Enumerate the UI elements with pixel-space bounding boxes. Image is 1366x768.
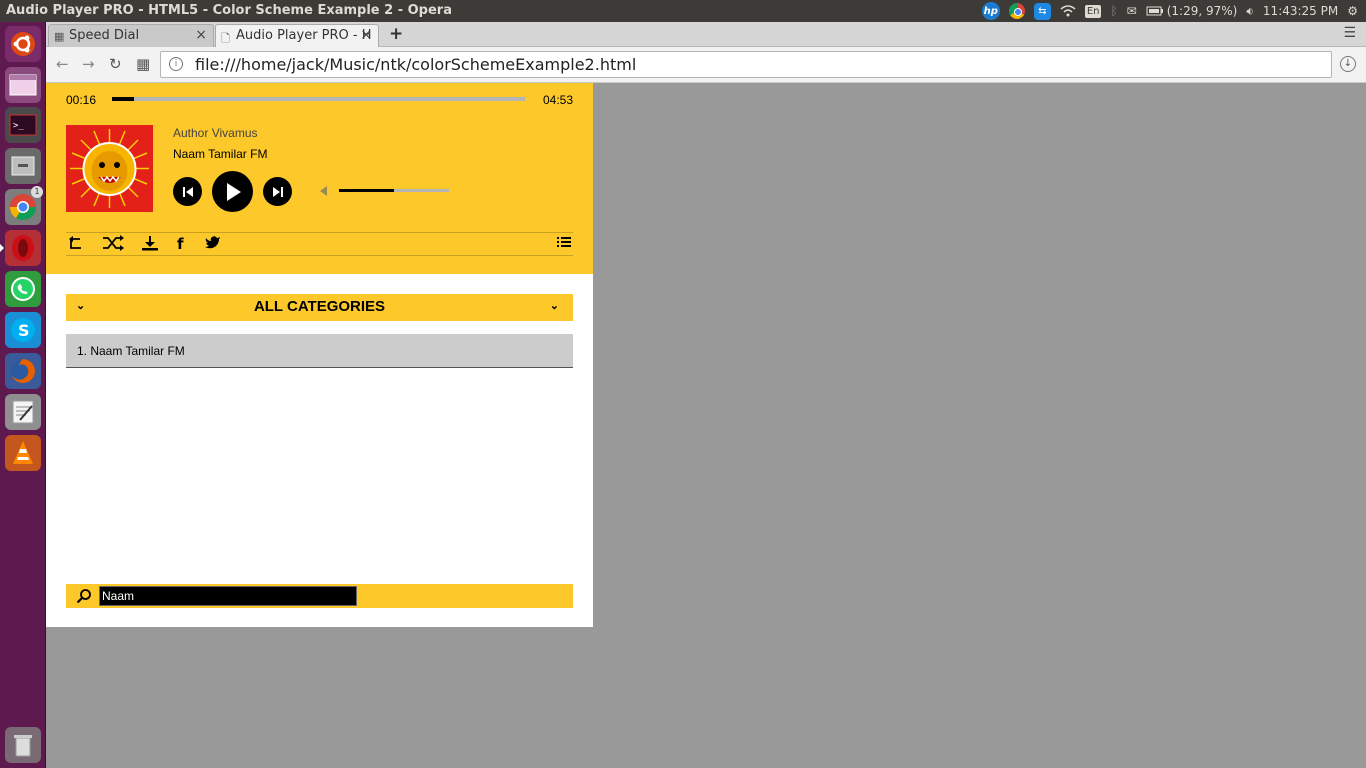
seek-bar[interactable] — [112, 97, 525, 101]
speed-dial-grid-icon: ▦ — [54, 30, 65, 43]
url-text[interactable]: file:///home/jack/Music/ntk/colorSchemeE… — [195, 55, 636, 74]
text-editor-icon[interactable] — [5, 394, 41, 430]
ubuntu-home-icon[interactable] — [5, 26, 41, 62]
opera-icon[interactable] — [0, 230, 41, 266]
volume-icon[interactable]: 🔉︎ — [1246, 4, 1254, 19]
shuffle-icon[interactable] — [102, 235, 124, 255]
player-controls-panel: 00:16 04:53 Author Vivamus Naam Tamilar … — [46, 83, 593, 274]
download-track-icon[interactable] — [141, 235, 159, 255]
player-toolbar: f — [66, 232, 573, 256]
chrome-icon[interactable]: 1 — [5, 186, 43, 225]
search-icon — [76, 589, 91, 604]
close-tab-icon[interactable]: × — [195, 27, 207, 43]
twitter-icon[interactable] — [205, 235, 221, 253]
tab-label: Speed Dial — [69, 28, 140, 43]
tab-speed-dial[interactable]: ▦ Speed Dial × — [48, 24, 214, 47]
previous-icon — [182, 186, 193, 197]
next-track-button[interactable] — [263, 177, 292, 206]
total-time: 04:53 — [542, 93, 573, 107]
new-tab-button[interactable]: + — [389, 24, 403, 44]
chrome-tray-icon[interactable] — [1008, 3, 1025, 19]
hp-icon[interactable]: hp — [981, 2, 1000, 20]
workspace-icon[interactable] — [5, 67, 41, 103]
skype-icon[interactable]: S — [5, 312, 41, 348]
whatsapp-icon[interactable] — [5, 271, 41, 307]
settings-gear-icon[interactable]: ⚙ — [1347, 4, 1358, 18]
play-button[interactable] — [212, 171, 253, 212]
system-top-bar: Audio Player PRO - HTML5 - Color Scheme … — [0, 0, 1366, 22]
speed-dial-icon[interactable]: ▦ — [136, 55, 150, 73]
volume-slider-fill — [339, 189, 394, 192]
teamviewer-icon[interactable]: ⇆ — [1033, 2, 1051, 20]
close-tab-icon[interactable]: × — [360, 27, 372, 43]
battery-indicator[interactable]: (1:29, 97%) — [1146, 4, 1238, 18]
keyboard-layout-indicator[interactable]: En — [1084, 4, 1102, 18]
search-input[interactable] — [99, 586, 357, 606]
facebook-icon[interactable]: f — [177, 235, 184, 253]
trash-icon[interactable] — [5, 727, 41, 763]
audio-player: 00:16 04:53 Author Vivamus Naam Tamilar … — [46, 83, 593, 627]
album-cover — [66, 125, 153, 212]
categories-dropdown[interactable]: ⌄ ALL CATEGORIES ⌄ — [66, 294, 573, 321]
site-info-icon[interactable]: i — [169, 57, 183, 71]
repeat-icon[interactable] — [68, 235, 84, 255]
play-icon — [226, 182, 241, 201]
track-title: Naam Tamilar FM — [173, 147, 268, 161]
track-author: Author Vivamus — [173, 126, 258, 140]
document-icon: 🗋︎ — [221, 32, 230, 45]
forward-arrow-icon[interactable]: → — [82, 55, 95, 73]
browser-navigation-bar: ← → ↻ ▦ i file:///home/jack/Music/ntk/co… — [46, 47, 1366, 83]
chevron-down-icon: ⌄ — [549, 300, 559, 312]
volume-slider[interactable] — [339, 189, 449, 192]
wifi-icon[interactable] — [1060, 5, 1076, 17]
download-icon[interactable]: ↓ — [1340, 56, 1356, 72]
svg-text:S: S — [18, 321, 30, 340]
next-icon — [272, 186, 283, 197]
back-arrow-icon[interactable]: ← — [56, 55, 69, 73]
files-icon[interactable] — [5, 148, 41, 184]
playlist-toggle-icon[interactable] — [557, 235, 571, 252]
tab-label: Audio Player PRO - H — [236, 28, 372, 43]
mail-icon[interactable]: ✉ — [1127, 4, 1137, 18]
previous-track-button[interactable] — [173, 177, 202, 206]
current-time: 00:16 — [66, 93, 97, 107]
tab-audio-player[interactable]: 🗋︎ Audio Player PRO - H × — [215, 24, 379, 47]
playlist-search-bar — [66, 584, 573, 608]
tab-menu-icon[interactable]: ☰ — [1343, 25, 1356, 41]
playlist-item-label: 1. Naam Tamilar FM — [77, 344, 185, 358]
clock[interactable]: 11:43:25 PM — [1263, 4, 1338, 18]
bluetooth-icon[interactable]: ᛒ — [1110, 4, 1117, 18]
vlc-icon[interactable] — [5, 435, 41, 471]
seek-bar-fill — [112, 97, 135, 101]
firefox-icon[interactable] — [5, 353, 41, 389]
volume-speaker-icon[interactable] — [320, 186, 327, 196]
terminal-icon[interactable]: >_ — [5, 107, 41, 143]
battery-text: (1:29, 97%) — [1166, 4, 1238, 18]
chrome-notification-badge: 1 — [31, 186, 43, 198]
svg-text:>_: >_ — [13, 121, 24, 131]
window-title: Audio Player PRO - HTML5 - Color Scheme … — [6, 3, 452, 18]
playlist-item[interactable]: 1. Naam Tamilar FM — [66, 334, 573, 368]
unity-launcher: >_ 1 S — [0, 22, 46, 768]
battery-icon — [1146, 6, 1163, 16]
address-bar[interactable]: i file:///home/jack/Music/ntk/colorSchem… — [160, 51, 1332, 78]
reload-icon[interactable]: ↻ — [109, 55, 122, 73]
browser-tab-strip: ▦ Speed Dial × 🗋︎ Audio Player PRO - H ×… — [46, 22, 1366, 47]
system-tray: hp ⇆ En ᛒ ✉ (1:29, 97%) 🔉︎ 11:43:25 PM ⚙ — [981, 0, 1358, 22]
categories-label: ALL CATEGORIES — [253, 298, 386, 315]
